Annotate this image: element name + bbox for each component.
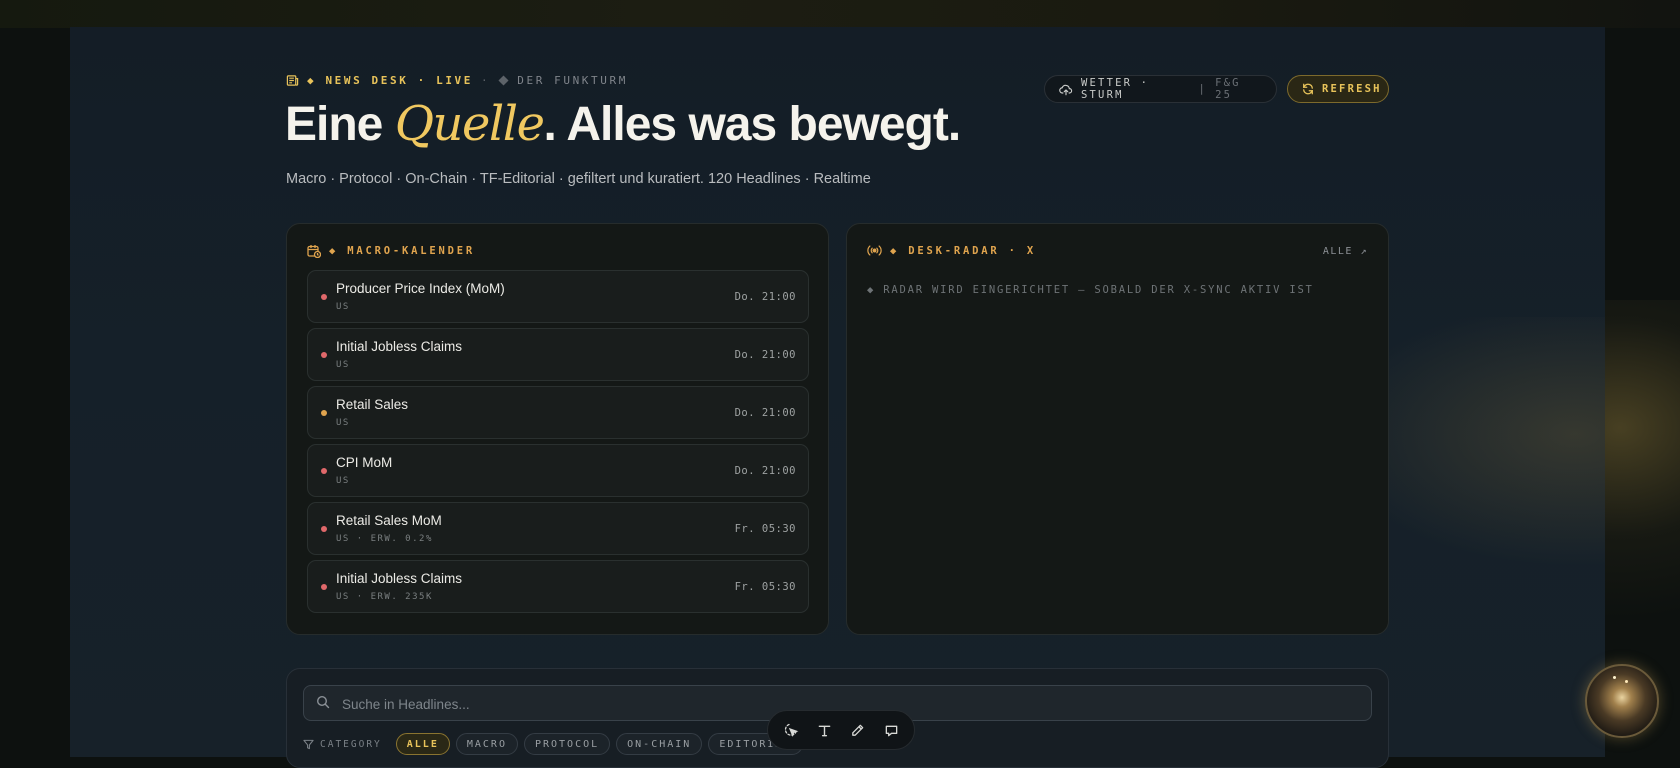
fear-greed-value: F&G 25 [1215,77,1241,101]
cloud-upload-icon [1059,83,1073,96]
assistant-orb-button[interactable] [1585,664,1659,738]
filter-icon [303,739,314,750]
event-meta: US [336,418,350,428]
calendar-event[interactable]: Producer Price Index (MoM) US Do. 21:00 [307,270,809,323]
event-time: Do. 21:00 [734,407,796,419]
impact-dot [321,352,327,358]
event-name: Initial Jobless Claims [336,339,463,354]
search-icon [316,695,330,709]
category-label-group: CATEGORY [303,739,382,750]
category-chip-protocol[interactable]: PROTOCOL [523,733,611,755]
select-tool-button[interactable] [776,715,806,745]
event-name: Initial Jobless Claims [336,571,463,586]
category-chip-macro[interactable]: MACRO [455,733,518,755]
select-icon [783,722,799,738]
floating-annotation-toolbar [767,710,915,750]
radar-all-link[interactable]: ALLE ↗ [1323,246,1368,257]
event-meta: US · ERW. 235K [336,592,433,602]
event-time: Do. 21:00 [734,291,796,303]
impact-dot [321,584,327,590]
calendar-event[interactable]: Initial Jobless Claims US Do. 21:00 [307,328,809,381]
pen-icon [850,723,865,738]
page-eyebrow: ◆ NEWS DESK · LIVE · DER FUNKTURM [286,74,628,87]
pen-tool-button[interactable] [843,715,873,745]
event-meta: US [336,302,350,312]
calendar-event[interactable]: Retail Sales MoM US · ERW. 0.2% Fr. 05:3… [307,502,809,555]
title-pre: Eine [285,98,395,151]
event-time: Fr. 05:30 [734,523,796,535]
category-label: CATEGORY [320,738,382,750]
news-desk-live-label: ◆ NEWS DESK · LIVE [307,74,474,87]
macro-calendar-header: ◆ MACRO-KALENDER [307,244,475,258]
event-meta: US [336,360,350,370]
event-name: CPI MoM [336,455,393,470]
macro-calendar-title: ◆ MACRO-KALENDER [329,245,475,257]
calendar-event[interactable]: Retail Sales US Do. 21:00 [307,386,809,439]
radar-empty-message: ◆ RADAR WIRD EINGERICHTET — SOBALD DER X… [867,284,1314,296]
desk-radar-title: ◆ DESK-RADAR · X [890,244,1036,257]
macro-calendar-card: ◆ MACRO-KALENDER Producer Price Index (M… [286,223,829,635]
diamond-icon [498,75,509,86]
category-chip-alle[interactable]: ALLE [395,733,450,755]
event-time: Do. 21:00 [734,465,796,477]
title-emphasis: Quelle [394,96,545,152]
event-time: Do. 21:00 [734,349,796,361]
event-time: Fr. 05:30 [734,581,796,593]
weather-status-pill: WETTER · STURM | F&G 25 [1044,75,1277,103]
page-subtitle: Macro · Protocol · On-Chain · TF-Editori… [286,171,871,187]
pill-divider: | [1198,83,1208,95]
radio-broadcast-icon [867,244,882,257]
category-chip-on-chain[interactable]: ON-CHAIN [616,733,703,755]
calendar-event[interactable]: CPI MoM US Do. 21:00 [307,444,809,497]
comment-icon [884,723,899,738]
impact-dot [321,410,327,416]
calendar-clock-icon [307,244,321,258]
text-tool-button[interactable] [809,715,839,745]
category-filter-row: CATEGORY ALLE MACRO PROTOCOL ON-CHAIN ED… [303,733,803,755]
weather-label: WETTER · STURM [1081,77,1150,101]
event-name: Producer Price Index (MoM) [336,281,505,296]
event-name: Retail Sales [336,397,409,412]
impact-dot [321,468,327,474]
page-title: Eine Quelle. Alles was bewegt. [285,96,961,152]
calendar-event[interactable]: Initial Jobless Claims US · ERW. 235K Fr… [307,560,809,613]
text-icon [817,723,832,738]
funkturm-label: DER FUNKTURM [517,74,628,87]
title-post: . Alles was bewegt. [543,98,961,151]
newspaper-icon [286,74,299,87]
comment-tool-button[interactable] [876,715,906,745]
window-top-strip [0,0,1680,28]
desk-radar-header: ◆ DESK-RADAR · X [867,244,1036,257]
event-meta: US [336,476,350,486]
refresh-label: REFRESH [1322,83,1382,95]
eyebrow-separator: · [481,74,491,87]
event-meta: US · ERW. 0.2% [336,534,433,544]
event-name: Retail Sales MoM [336,513,442,528]
refresh-button[interactable]: REFRESH [1287,75,1389,103]
desk-radar-card: ◆ DESK-RADAR · X ALLE ↗ ◆ RADAR WIRD EIN… [846,223,1389,635]
impact-dot [321,294,327,300]
impact-dot [321,526,327,532]
refresh-icon [1302,83,1314,95]
